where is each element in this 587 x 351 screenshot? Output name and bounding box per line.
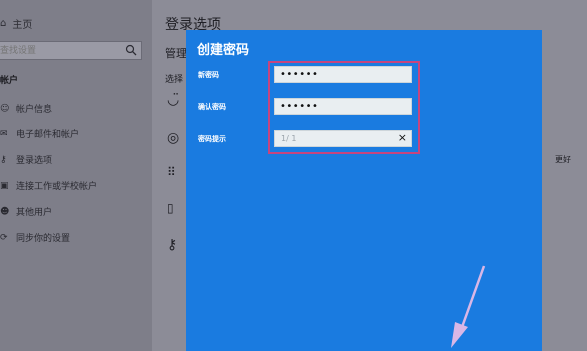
annotation-arrow bbox=[451, 265, 486, 348]
